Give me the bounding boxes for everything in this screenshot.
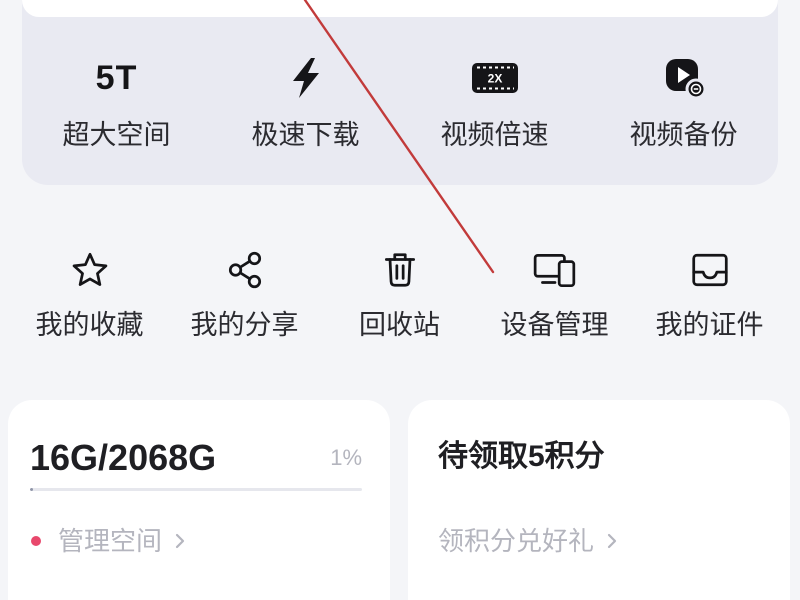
storage-progress-fill: [30, 488, 34, 491]
feature-label-fast-download: 极速下载: [251, 120, 360, 150]
feature-label-video-backup: 视频备份: [629, 120, 738, 150]
lightning-icon: [274, 52, 338, 104]
chevron-right-icon: [174, 531, 186, 551]
tools-row: 我的收藏 我的分享 回收站 设备管理 我的证件: [12, 246, 787, 341]
star-icon: [62, 246, 118, 294]
points-card[interactable]: 待领取5积分 领积分兑好礼: [408, 400, 790, 600]
feature-fast-download[interactable]: 极速下载: [211, 52, 400, 151]
redeem-points-label: 领积分兑好礼: [438, 526, 595, 556]
tool-favorites[interactable]: 我的收藏: [12, 246, 167, 341]
storage-5t-icon-text: 5T: [95, 59, 138, 97]
devices-icon: [527, 246, 583, 294]
video-backup-icon: [652, 52, 716, 104]
video-speed-icon-text: 2X: [487, 72, 502, 86]
feature-video-backup[interactable]: 视频备份: [589, 52, 778, 151]
vip-feature-row: 5T 超大空间 极速下载 2X 视频倍速 视频备份: [22, 52, 778, 151]
tool-label-favorites: 我的收藏: [35, 310, 144, 340]
feature-video-speed[interactable]: 2X 视频倍速: [400, 52, 589, 151]
tool-device-management[interactable]: 设备管理: [477, 246, 632, 341]
trash-icon: [372, 246, 428, 294]
storage-card[interactable]: 16G/2068G 1% 管理空间: [8, 400, 390, 600]
manage-space-link[interactable]: 管理空间: [30, 525, 186, 557]
tool-label-shares: 我的分享: [190, 310, 299, 340]
feature-huge-space[interactable]: 5T 超大空间: [22, 52, 211, 151]
top-card-edge: [22, 0, 778, 17]
tool-recycle-bin[interactable]: 回收站: [322, 246, 477, 341]
chevron-right-icon: [606, 531, 618, 551]
storage-usage: 16G/2068G: [30, 437, 217, 478]
notification-dot: [31, 536, 41, 546]
tool-label-recycle-bin: 回收站: [359, 310, 440, 340]
feature-label-huge-space: 超大空间: [62, 120, 171, 150]
tool-shares[interactable]: 我的分享: [167, 246, 322, 341]
tool-documents[interactable]: 我的证件: [632, 246, 787, 341]
tool-label-device-management: 设备管理: [500, 310, 609, 340]
tool-label-documents: 我的证件: [655, 310, 764, 340]
storage-percent: 1%: [330, 445, 362, 470]
storage-progress-bar: [30, 488, 362, 491]
video-speed-2x-icon: 2X: [463, 52, 527, 104]
manage-space-label: 管理空间: [58, 526, 163, 556]
feature-label-video-speed: 视频倍速: [440, 120, 549, 150]
storage-5t-icon: 5T: [85, 52, 149, 104]
points-title: 待领取5积分: [438, 440, 605, 473]
redeem-points-link[interactable]: 领积分兑好礼: [438, 525, 618, 557]
id-card-icon: [682, 246, 738, 294]
share-icon: [217, 246, 273, 294]
